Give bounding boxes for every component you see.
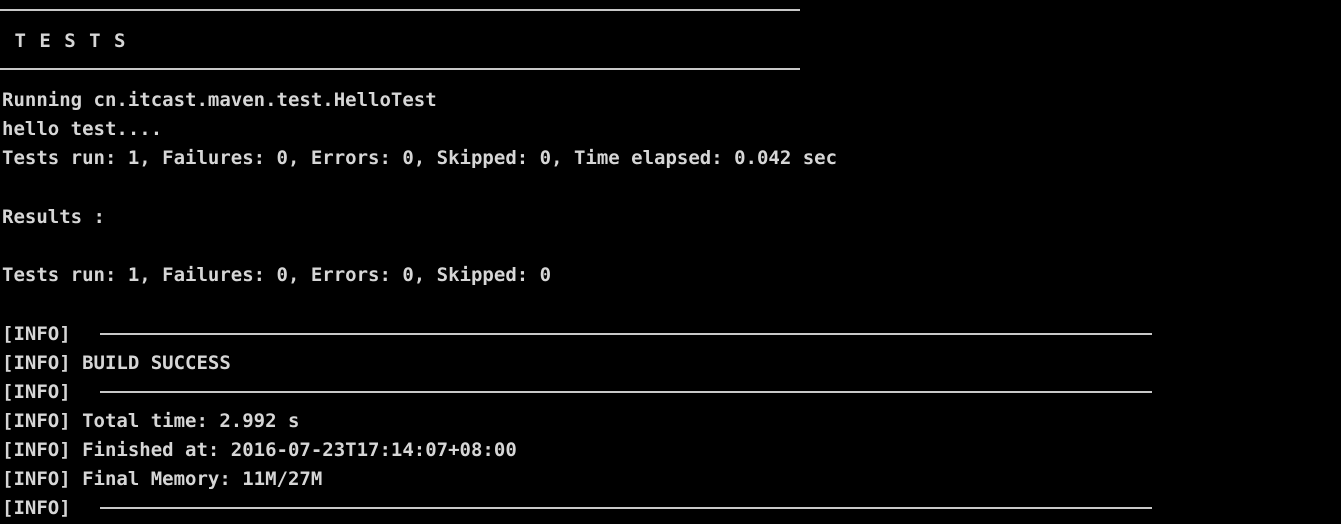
info-separator-line: [INFO] — [2, 497, 71, 519]
test-result-detail-line: Tests run: 1, Failures: 0, Errors: 0, Sk… — [2, 147, 838, 169]
info-separator-line: [INFO] — [2, 323, 71, 345]
info-separator-line: [INFO] — [2, 381, 71, 403]
separator-rule — [100, 333, 1152, 335]
terminal-console[interactable]: T E S T S Running cn.itcast.maven.test.H… — [0, 0, 1341, 524]
build-success-line: [INFO] BUILD SUCCESS — [2, 352, 231, 374]
test-result-summary-line: Tests run: 1, Failures: 0, Errors: 0, Sk… — [2, 264, 552, 286]
final-memory-line: [INFO] Final Memory: 11M/27M — [2, 468, 323, 490]
separator-rule — [0, 9, 800, 11]
separator-rule — [100, 391, 1152, 393]
running-test-line: Running cn.itcast.maven.test.HelloTest — [2, 89, 437, 111]
test-output-line: hello test.... — [2, 118, 163, 140]
separator-rule — [100, 507, 1152, 509]
tests-banner-title: T E S T S — [2, 30, 127, 52]
separator-rule — [0, 68, 800, 70]
finished-at-line: [INFO] Finished at: 2016-07-23T17:14:07+… — [2, 439, 517, 461]
results-heading: Results : — [2, 206, 105, 228]
total-time-line: [INFO] Total time: 2.992 s — [2, 410, 300, 432]
